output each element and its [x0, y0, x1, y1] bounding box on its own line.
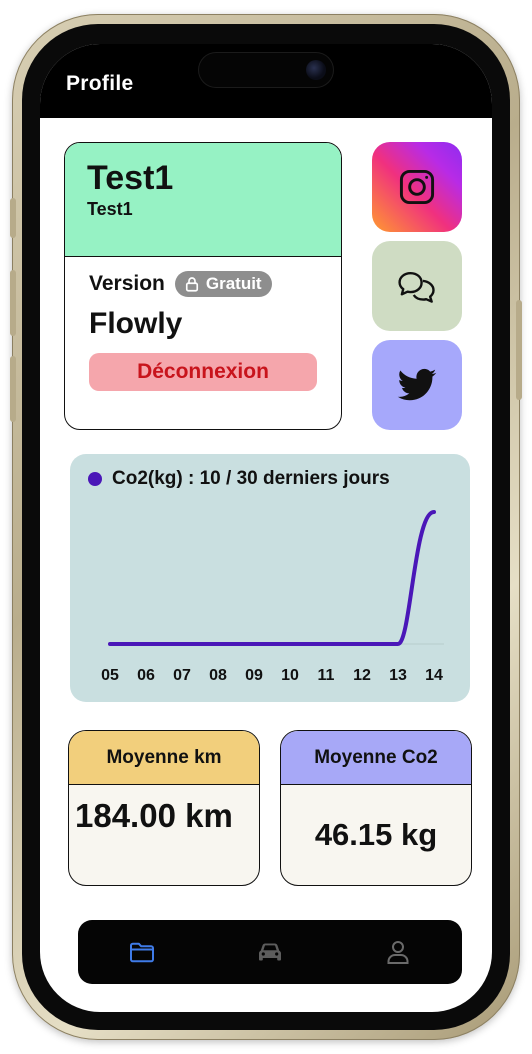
twitter-button[interactable]: [372, 340, 462, 430]
plan-badge: Gratuit: [174, 271, 272, 297]
lock-icon: [185, 277, 198, 292]
status-bar: Profile: [40, 44, 492, 118]
average-co2-value: 46.15 kg: [314, 817, 438, 852]
co2-chart-card: 05 06 07 08 09 10 11 12 13 14 Co2(kg) : 10 / 30 d…: [70, 454, 470, 702]
app-screen: Profile Test1 Test1 Version Gratuit Flow…: [40, 44, 492, 1012]
power-button: [516, 300, 522, 400]
x-tick-label: 12: [353, 667, 371, 684]
average-co2-label: Moyenne Co2: [281, 731, 471, 785]
profile-body: Version Gratuit Flowly Déconnexion: [65, 257, 341, 405]
instagram-icon: [399, 169, 435, 205]
logout-button[interactable]: Déconnexion: [89, 353, 317, 391]
x-tick-label: 08: [209, 667, 227, 684]
car-icon: [259, 943, 281, 961]
x-tick-label: 09: [245, 667, 263, 684]
average-co2-card: Moyenne Co2 46.15 kg: [280, 730, 472, 886]
message-button[interactable]: [372, 241, 462, 331]
legend-swatch: [88, 472, 102, 486]
version-label: Version: [89, 272, 165, 295]
nav-item-account[interactable]: [368, 922, 428, 982]
message-icon: [398, 271, 435, 303]
nav-item-trips[interactable]: [240, 922, 300, 982]
profile-card: Test1 Test1 Version Gratuit Flowly Décon…: [64, 142, 342, 430]
average-km-value: 184.00 km: [75, 797, 233, 834]
profile-header: Test1 Test1: [65, 143, 341, 257]
legend-label: Co2(kg) : 10 / 30 derniers jours: [112, 468, 390, 489]
camera: [306, 60, 326, 80]
version-row: Version Gratuit: [89, 271, 317, 297]
folder-icon: [130, 942, 154, 963]
x-tick-label: 06: [137, 667, 155, 684]
nav-item-profile[interactable]: [112, 922, 172, 982]
x-tick-label: 07: [173, 667, 191, 684]
profile-name: Test1: [87, 159, 174, 197]
x-tick-label: 10: [281, 667, 299, 684]
app-name: Flowly: [89, 307, 183, 340]
average-km-card: Moyenne km 184.00 km: [68, 730, 260, 886]
x-tick-label: 14: [425, 667, 443, 684]
x-tick-label: 13: [389, 667, 407, 684]
silent-switch: [10, 198, 16, 238]
co2-line-chart: 05 06 07 08 09 10 11 12 13 14: [101, 510, 444, 684]
series-line-0: [108, 510, 436, 646]
volume-up-button: [10, 270, 16, 336]
chart-legend: Co2(kg) : 10 / 30 derniers jours: [88, 468, 390, 490]
x-tick-label: 05: [101, 667, 119, 684]
plan-badge-label: Gratuit: [205, 274, 262, 293]
average-km-label: Moyenne km: [69, 731, 259, 785]
bottom-nav: [78, 920, 462, 984]
volume-down-button: [10, 356, 16, 422]
twitter-icon: [397, 368, 437, 401]
page-title: Profile: [66, 72, 134, 95]
user-icon: [387, 941, 409, 964]
profile-username: Test1: [87, 199, 133, 219]
x-tick-label: 11: [318, 667, 335, 684]
instagram-button[interactable]: [372, 142, 462, 232]
